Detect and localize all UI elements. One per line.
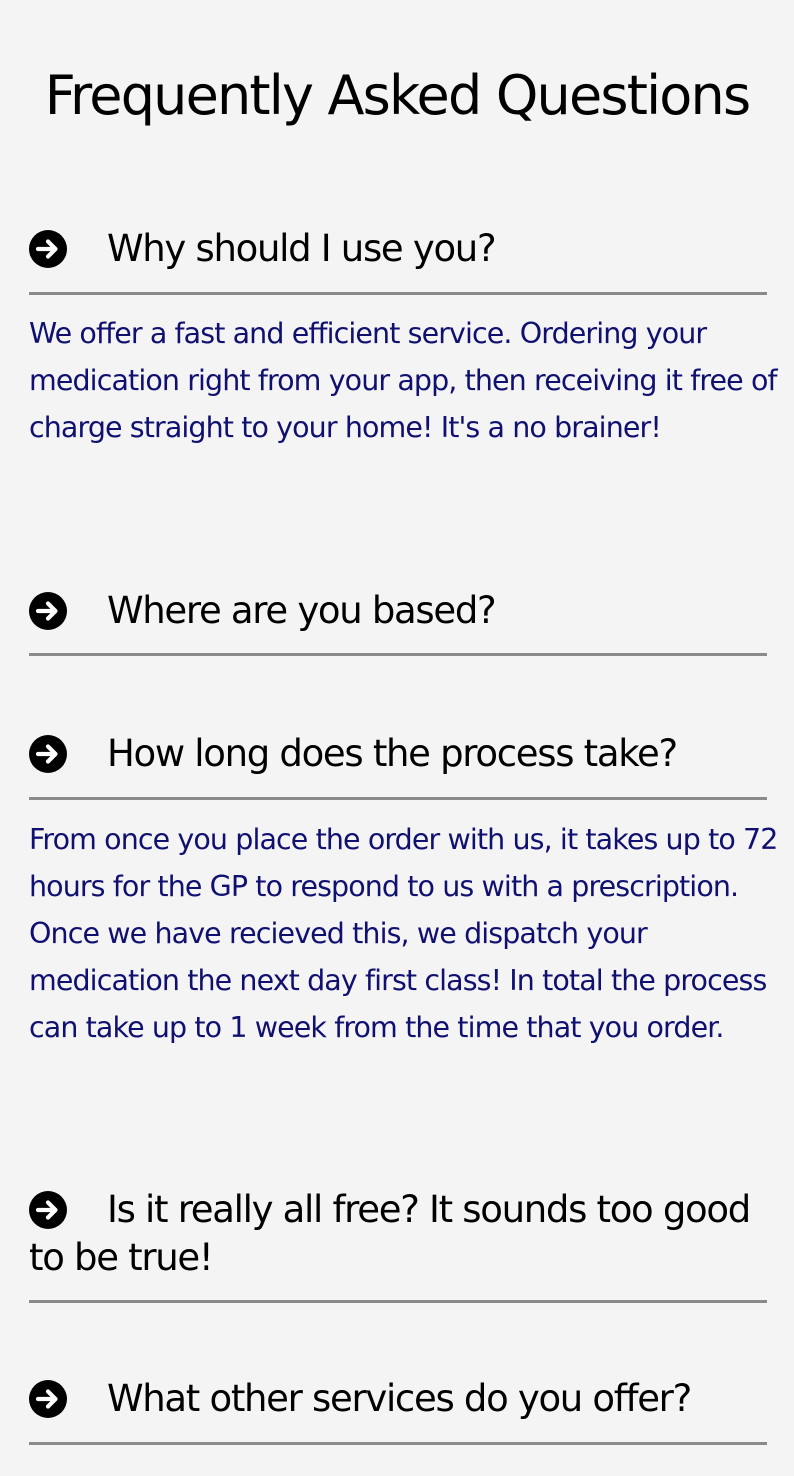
faq-question-text: How long does the process take? [107,732,678,775]
faq-item-where-based: Where are you based? [29,587,767,656]
faq-question-text: Where are you based? [107,589,497,632]
faq-divider [29,653,767,656]
faq-divider [29,797,767,800]
arrow-right-circle-icon [29,1191,67,1229]
arrow-right-circle-icon [29,230,67,268]
faq-question-text: What other services do you offer? [107,1377,692,1420]
faq-item-other-services: What other services do you offer? [29,1375,767,1445]
faq-question-really-free[interactable]: Is it really all free? It sounds too goo… [29,1186,767,1282]
faq-question-process-duration[interactable]: How long does the process take? [29,730,767,778]
faq-question-text: Why should I use you? [107,227,497,270]
faq-divider [29,292,767,295]
faq-question-why-use-us[interactable]: Why should I use you? [29,225,767,273]
faq-divider [29,1300,767,1303]
faq-item-really-free: Is it really all free? It sounds too goo… [29,1186,767,1303]
faq-item-why-use-us: Why should I use you? We offer a fast an… [29,225,778,444]
faq-question-other-services[interactable]: What other services do you offer? [29,1375,767,1423]
arrow-right-circle-icon [29,592,67,630]
faq-divider [29,1442,767,1445]
faq-item-process-duration: How long does the process take? From onc… [29,730,778,1044]
faq-answer-process-duration: From once you place the order with us, i… [29,823,778,1044]
faq-question-text: Is it really all free? It sounds too goo… [29,1188,751,1279]
page-title: Frequently Asked Questions [44,64,751,127]
faq-answer-why-use-us: We offer a fast and efficient service. O… [29,317,778,444]
faq-page: Frequently Asked Questions Why should I … [0,0,794,1476]
arrow-right-circle-icon [29,735,67,773]
arrow-right-circle-icon [29,1380,67,1418]
faq-question-where-based[interactable]: Where are you based? [29,587,767,635]
